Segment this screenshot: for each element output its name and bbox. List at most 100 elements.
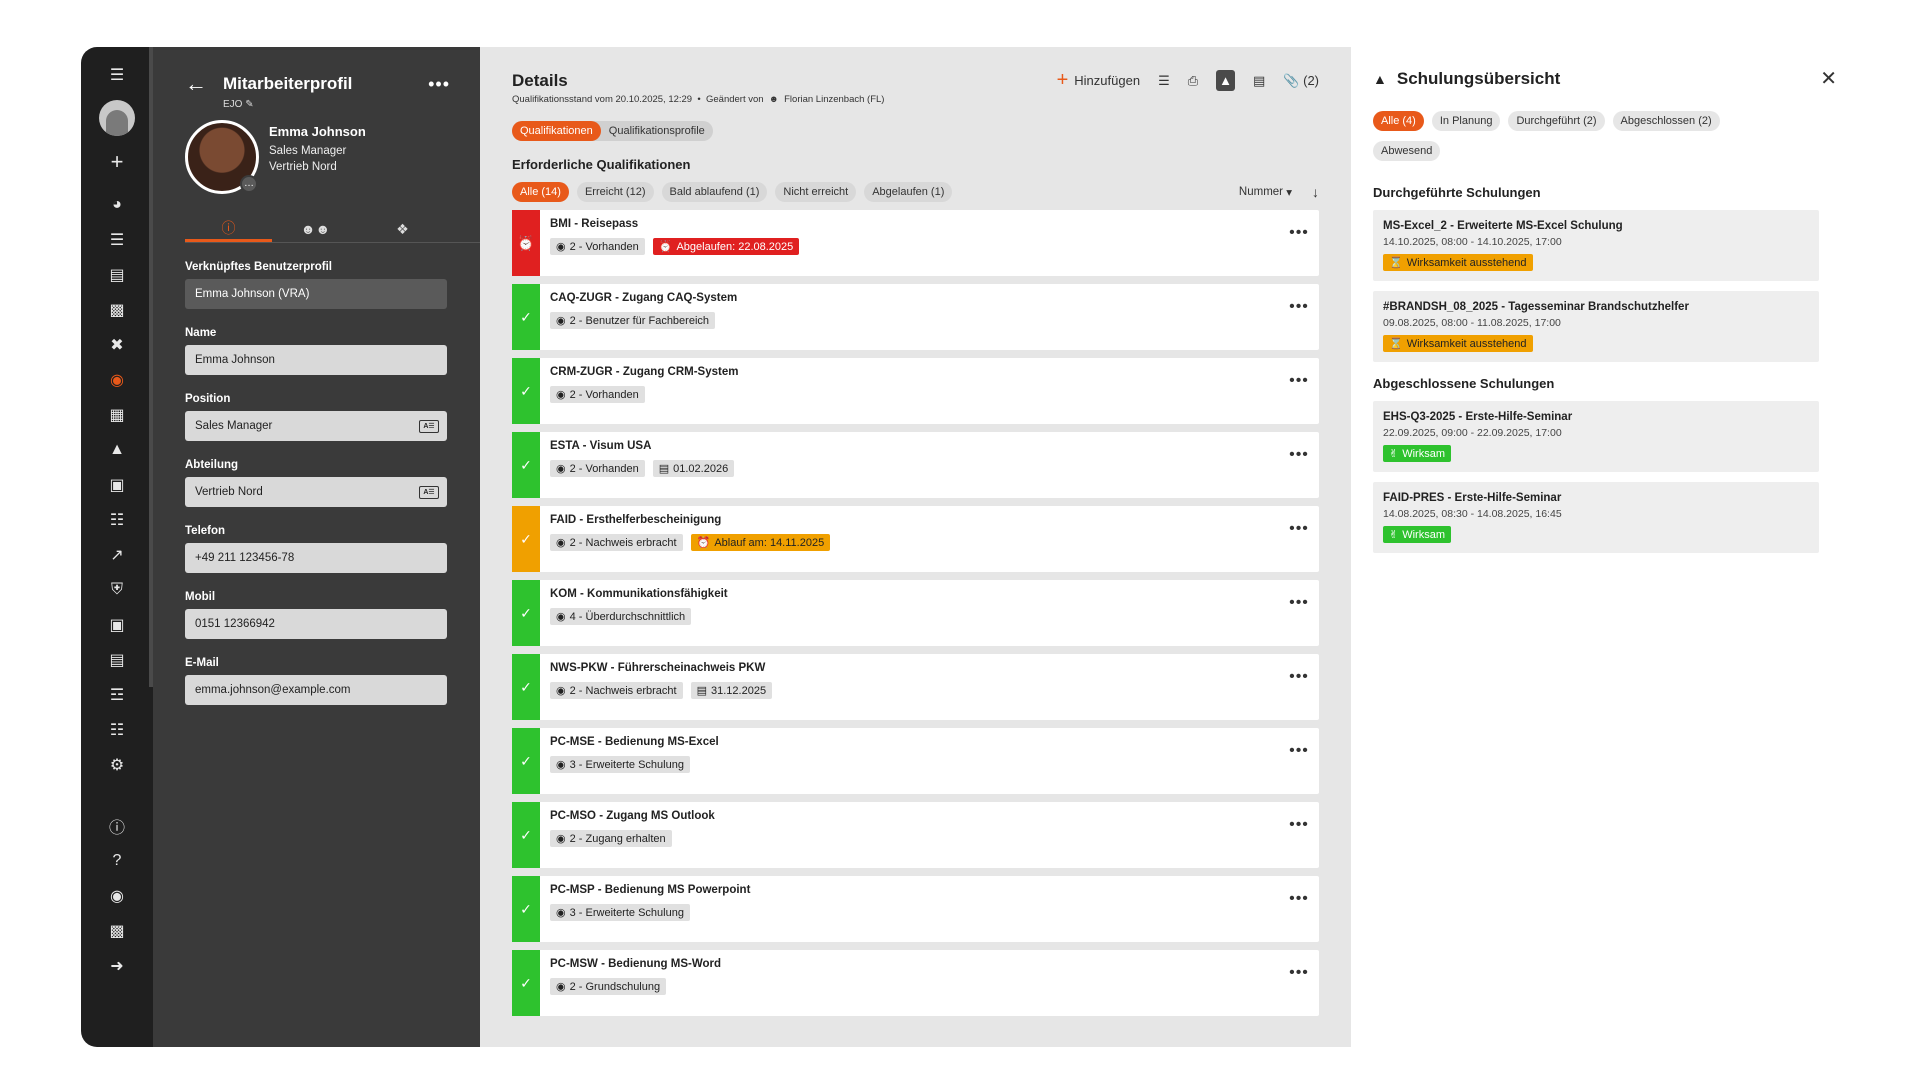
calendar-icon[interactable]: ▦ bbox=[97, 397, 137, 432]
checklist-tool-icon[interactable]: ☰ bbox=[1158, 73, 1170, 89]
mobile-field[interactable]: 0151 12366942 bbox=[185, 609, 447, 639]
filter-all[interactable]: Alle (14) bbox=[512, 182, 569, 202]
position-field[interactable]: Sales Manager A☰ bbox=[185, 411, 447, 441]
photo-options-icon[interactable]: … bbox=[240, 175, 258, 193]
more-options-icon[interactable]: ••• bbox=[428, 74, 450, 95]
tab-team-icon[interactable]: ☻☻ bbox=[272, 216, 359, 242]
thumbs-up-icon: ✌ bbox=[1389, 448, 1399, 460]
print-icon[interactable]: ⎙ bbox=[1188, 73, 1198, 89]
row-options-icon[interactable]: ••• bbox=[1279, 358, 1319, 424]
row-options-icon[interactable]: ••• bbox=[1279, 876, 1319, 942]
qualification-row[interactable]: ✓ CAQ-ZUGR - Zugang CAQ-System ◉ 2 - Benu… bbox=[512, 284, 1319, 350]
back-arrow-icon[interactable]: ← bbox=[185, 71, 207, 97]
clipboard-icon[interactable]: ▤ bbox=[97, 257, 137, 292]
menu-icon[interactable]: ☰ bbox=[97, 57, 137, 92]
row-options-icon[interactable]: ••• bbox=[1279, 506, 1319, 572]
qualification-row[interactable]: ✓ FAID - Ersthelferbescheinigung ◉ 2 - Na… bbox=[512, 506, 1319, 572]
training-filter-closed[interactable]: Abgeschlossen (2) bbox=[1612, 111, 1720, 131]
filter-expiring[interactable]: Bald ablaufend (1) bbox=[661, 182, 768, 202]
qualification-row[interactable]: ✓ PC-MSW - Bedienung MS-Word ◉ 2 - Grunds… bbox=[512, 950, 1319, 1016]
linked-user-value: Emma Johnson (VRA) bbox=[195, 288, 310, 300]
row-options-icon[interactable]: ••• bbox=[1279, 728, 1319, 794]
tab-info-icon[interactable]: ⓘ bbox=[185, 216, 272, 242]
chart-icon[interactable]: ↗ bbox=[97, 537, 137, 572]
qualification-row[interactable]: ✓ KOM - Kommunikationsfähigkeit ◉ 4 - Übe… bbox=[512, 580, 1319, 646]
field-label: Verknüpftes Benutzerprofil bbox=[185, 261, 332, 273]
gear-icon[interactable]: ⚙ bbox=[97, 747, 137, 782]
user-icon: ☻ bbox=[768, 94, 779, 105]
qualification-title: PC-MSW - Bedienung MS-Word bbox=[550, 958, 721, 970]
filter-expired[interactable]: Abgelaufen (1) bbox=[864, 182, 953, 202]
file-check-icon[interactable]: ▣ bbox=[97, 607, 137, 642]
id-card-icon[interactable]: A☰ bbox=[419, 485, 439, 499]
plus-icon[interactable]: + bbox=[97, 144, 137, 179]
list-icon[interactable]: ☲ bbox=[97, 677, 137, 712]
row-options-icon[interactable]: ••• bbox=[1279, 580, 1319, 646]
medal-icon[interactable]: ◉ bbox=[97, 362, 137, 397]
info-icon[interactable]: ⓘ bbox=[97, 808, 137, 843]
checklist-icon[interactable]: ☰ bbox=[97, 222, 137, 257]
dashboard-icon[interactable]: ◕ bbox=[97, 187, 137, 222]
department-field[interactable]: Vertrieb Nord A☰ bbox=[185, 477, 447, 507]
qualification-row[interactable]: ✓ PC-MSO - Zugang MS Outlook ◉ 2 - Zugang… bbox=[512, 802, 1319, 868]
check-icon: ✓ bbox=[520, 308, 532, 325]
profile-photo[interactable]: … bbox=[185, 120, 259, 194]
phone-field[interactable]: +49 211 123456-78 bbox=[185, 543, 447, 573]
edit-pencil-icon[interactable]: ✎ bbox=[245, 99, 253, 110]
puzzle-icon[interactable]: ▣ bbox=[97, 467, 137, 502]
details-title: Details bbox=[512, 70, 568, 90]
sort-direction-icon[interactable]: ↓ bbox=[1312, 184, 1319, 200]
qualification-row[interactable]: ✓ PC-MSE - Bedienung MS-Excel ◉ 3 - Erwei… bbox=[512, 728, 1319, 794]
training-filter-absent[interactable]: Abwesend bbox=[1373, 141, 1441, 161]
org-chart-icon[interactable]: ☷ bbox=[97, 502, 137, 537]
medal-icon: ◉ bbox=[556, 907, 566, 919]
training-card[interactable]: MS-Excel_2 - Erweiterte MS-Excel Schulun… bbox=[1373, 210, 1819, 281]
section-title: Erforderliche Qualifikationen bbox=[512, 157, 691, 172]
id-card-icon[interactable]: A☰ bbox=[419, 419, 439, 433]
row-options-icon[interactable]: ••• bbox=[1279, 210, 1319, 276]
training-badge: ✌ Wirksam bbox=[1383, 445, 1451, 462]
filter-achieved[interactable]: Erreicht (12) bbox=[576, 182, 654, 202]
qualification-row[interactable]: ✓ ESTA - Visum USA ◉ 2 - Vorhanden ▤ 01.02… bbox=[512, 432, 1319, 498]
row-options-icon[interactable]: ••• bbox=[1279, 654, 1319, 720]
training-card[interactable]: FAID-PRES - Erste-Hilfe-Seminar 14.08.20… bbox=[1373, 482, 1819, 553]
globe-icon[interactable]: ◉ bbox=[97, 878, 137, 913]
factory-icon[interactable]: ▩ bbox=[97, 913, 137, 948]
training-filter-planned[interactable]: In Planung bbox=[1431, 111, 1501, 131]
qualification-row[interactable]: ✓ NWS-PKW - Führerscheinachweis PKW ◉ 2 -… bbox=[512, 654, 1319, 720]
training-card[interactable]: EHS-Q3-2025 - Erste-Hilfe-Seminar 22.09.… bbox=[1373, 401, 1819, 472]
badge-text: Wirksam bbox=[1402, 447, 1445, 460]
add-button[interactable]: + Hinzufügen bbox=[1057, 69, 1140, 92]
logout-icon[interactable]: ➜ bbox=[97, 948, 137, 983]
shield-icon[interactable]: ⛨ bbox=[97, 572, 137, 607]
sort-select[interactable]: Nummer ▾ ↓ bbox=[1239, 184, 1319, 200]
training-overview-icon[interactable]: ▲ bbox=[1216, 70, 1235, 91]
qualification-row[interactable]: ⏰ BMI - Reisepass ◉ 2 - Vorhanden ⏰ Abgela… bbox=[512, 210, 1319, 276]
library-icon[interactable]: ☷ bbox=[97, 712, 137, 747]
filter-not-achieved[interactable]: Nicht erreicht bbox=[775, 182, 857, 202]
box-icon[interactable]: ▩ bbox=[97, 292, 137, 327]
email-field[interactable]: emma.johnson@example.com bbox=[185, 675, 447, 705]
qualification-row[interactable]: ✓ CRM-ZUGR - Zugang CRM-System ◉ 2 - Vorh… bbox=[512, 358, 1319, 424]
row-options-icon[interactable]: ••• bbox=[1279, 802, 1319, 868]
linked-user-field[interactable]: Emma Johnson (VRA) bbox=[185, 279, 447, 309]
tab-tag-icon[interactable]: ❖ bbox=[359, 216, 446, 242]
row-options-icon[interactable]: ••• bbox=[1279, 284, 1319, 350]
tab-qualifications[interactable]: Qualifikationen bbox=[512, 121, 601, 141]
row-options-icon[interactable]: ••• bbox=[1279, 432, 1319, 498]
document-icon[interactable]: ▤ bbox=[97, 642, 137, 677]
row-options-icon[interactable]: ••• bbox=[1279, 950, 1319, 1016]
training-filter-all[interactable]: Alle (4) bbox=[1373, 111, 1424, 131]
training-filter-done[interactable]: Durchgeführt (2) bbox=[1508, 111, 1605, 131]
wrench-icon[interactable]: ✖ bbox=[97, 327, 137, 362]
avatar[interactable] bbox=[99, 100, 135, 136]
notes-icon[interactable]: ▤ bbox=[1253, 73, 1265, 89]
training-card[interactable]: #BRANDSH_08_2025 - Tagesseminar Brandsch… bbox=[1373, 291, 1819, 362]
tab-qualification-profiles[interactable]: Qualifikationsprofile bbox=[601, 121, 713, 141]
close-icon[interactable]: ✕ bbox=[1820, 66, 1837, 91]
qualification-row[interactable]: ✓ PC-MSP - Bedienung MS Powerpoint ◉ 3 - … bbox=[512, 876, 1319, 942]
attachments-button[interactable]: 📎 (2) bbox=[1283, 73, 1319, 89]
graduation-cap-icon[interactable]: ▲ bbox=[97, 432, 137, 467]
help-icon[interactable]: ? bbox=[97, 843, 137, 878]
name-field[interactable]: Emma Johnson bbox=[185, 345, 447, 375]
